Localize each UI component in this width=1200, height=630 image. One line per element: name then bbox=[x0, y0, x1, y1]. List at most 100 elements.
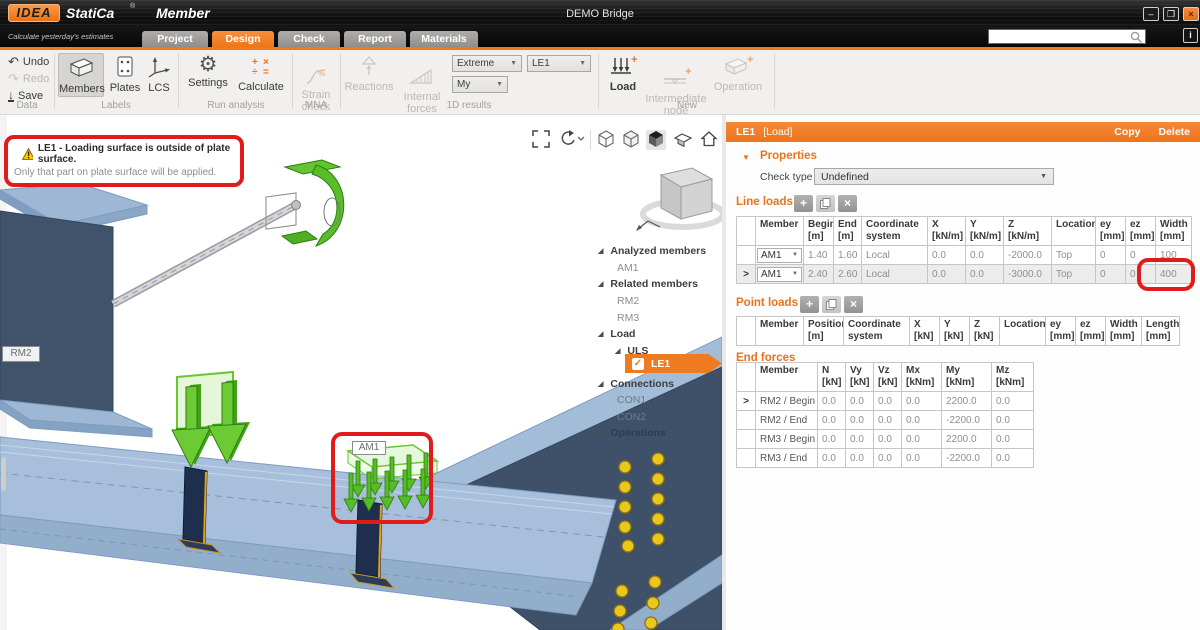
expander-icon[interactable]: ◢ bbox=[598, 330, 603, 338]
point-loads-title: Point loads bbox=[736, 297, 798, 309]
expander-icon[interactable]: ◢ bbox=[598, 280, 603, 288]
expander-icon[interactable]: ◢ bbox=[615, 347, 620, 355]
panel-header: LE1 [Load] Copy Delete bbox=[726, 122, 1200, 142]
point-loads-copy-button[interactable] bbox=[822, 296, 841, 313]
copy-button[interactable]: Copy bbox=[1114, 126, 1140, 138]
line-loads-add-button[interactable]: + bbox=[794, 195, 813, 212]
internal-forces-button[interactable]: Internal forces bbox=[396, 53, 448, 99]
table-row[interactable]: RM3 / End 0.0 0.0 0.0 0.0 -2200.0 0.0 bbox=[737, 449, 1034, 468]
my-dropdown[interactable]: My▼ bbox=[452, 76, 508, 93]
tree-operations[interactable]: ◢Operations bbox=[598, 425, 666, 440]
calculate-icon: + × ÷ = bbox=[250, 55, 272, 77]
svg-text:+: + bbox=[685, 67, 691, 78]
plates-icon bbox=[116, 56, 134, 78]
tree-le1-selected[interactable]: ✓ LE1 bbox=[625, 354, 722, 373]
ribbon-separator bbox=[340, 53, 341, 109]
undo-button[interactable]: ↶ Undo bbox=[8, 54, 49, 69]
intermediate-node-button[interactable]: + Intermediate node bbox=[644, 53, 708, 99]
search-icon bbox=[1129, 30, 1143, 44]
new-operation-button[interactable]: + Operation bbox=[710, 53, 766, 99]
settings-button[interactable]: ⚙ Settings bbox=[184, 53, 232, 97]
undo-icon: ↶ bbox=[8, 54, 19, 70]
tree-rm2[interactable]: RM2 bbox=[617, 293, 639, 308]
le1-dropdown[interactable]: LE1▼ bbox=[527, 55, 591, 72]
calculate-button[interactable]: + × ÷ = Calculate bbox=[234, 53, 288, 97]
tree-related-members[interactable]: ◢Related members bbox=[598, 276, 698, 291]
tree-rm3[interactable]: RM3 bbox=[617, 310, 639, 325]
zoom-extents-icon[interactable] bbox=[531, 130, 551, 150]
solid-view-icon[interactable] bbox=[646, 130, 666, 150]
property-panel: LE1 [Load] Copy Delete ▼ Properties Chec… bbox=[722, 115, 1200, 630]
line-loads-copy-button[interactable] bbox=[816, 195, 835, 212]
reactions-button[interactable]: Reactions bbox=[344, 53, 394, 99]
idea-logo: IDEA bbox=[8, 4, 60, 22]
home-view-icon[interactable] bbox=[699, 130, 719, 150]
ribbon-separator bbox=[598, 53, 599, 109]
expander-icon[interactable]: ◢ bbox=[598, 380, 603, 388]
panel-subtitle: [Load] bbox=[763, 126, 792, 138]
member-select[interactable]: AM1▼ bbox=[757, 248, 802, 263]
statica-logo-text: StatiCa bbox=[66, 5, 114, 21]
tab-materials[interactable]: Materials bbox=[410, 31, 478, 47]
search-input[interactable] bbox=[989, 31, 1129, 43]
checkbox-checked-icon[interactable]: ✓ bbox=[632, 358, 644, 370]
app-name: Member bbox=[156, 5, 210, 21]
delete-button[interactable]: Delete bbox=[1158, 126, 1190, 138]
expander-icon[interactable]: ◢ bbox=[598, 429, 603, 437]
internal-forces-icon bbox=[409, 67, 435, 87]
tree-con1[interactable]: CON1 bbox=[617, 392, 646, 407]
table-row-selected[interactable]: > AM1▼ 2.40 2.60 Local 0.0 0.0 -3000.0 T… bbox=[737, 265, 1192, 284]
extreme-dropdown[interactable]: Extreme▼ bbox=[452, 55, 522, 72]
rotate-view-icon[interactable] bbox=[556, 130, 586, 150]
point-loads-add-button[interactable]: + bbox=[800, 296, 819, 313]
table-row[interactable]: > RM2 / Begin 0.0 0.0 0.0 0.0 2200.0 0.0 bbox=[737, 392, 1034, 411]
tab-report[interactable]: Report bbox=[344, 31, 406, 47]
toolbar-separator bbox=[590, 130, 591, 150]
tab-design[interactable]: Design bbox=[212, 31, 274, 47]
tree-am1[interactable]: AM1 bbox=[617, 260, 639, 275]
ribbon-separator bbox=[178, 53, 179, 109]
point-loads-delete-button[interactable]: × bbox=[844, 296, 863, 313]
line-loads-table: Member Begin [m] End [m] Coordinate syst… bbox=[736, 216, 1192, 284]
tree-connections[interactable]: ◢Connections bbox=[598, 376, 674, 391]
redo-button[interactable]: ↷ Redo bbox=[8, 71, 49, 86]
info-button[interactable]: i bbox=[1183, 28, 1198, 43]
group-label-results: 1D results bbox=[344, 100, 594, 111]
table-row[interactable]: RM3 / Begin 0.0 0.0 0.0 0.0 2200.0 0.0 bbox=[737, 430, 1034, 449]
plates-button[interactable]: Plates bbox=[106, 53, 144, 97]
close-button[interactable]: × bbox=[1183, 7, 1199, 21]
maximize-button[interactable]: ❐ bbox=[1163, 7, 1179, 21]
table-row[interactable]: AM1▼ 1.40 1.60 Local 0.0 0.0 -2000.0 Top… bbox=[737, 246, 1192, 265]
tree-analyzed-members[interactable]: ◢Analyzed members bbox=[598, 243, 706, 258]
group-label-new: New bbox=[604, 100, 770, 111]
strain-check-button[interactable]: % Strain check bbox=[296, 53, 336, 99]
hidden-line-view-icon[interactable] bbox=[621, 130, 641, 150]
member-select[interactable]: AM1▼ bbox=[757, 267, 802, 282]
group-label-labels: Labels bbox=[58, 100, 174, 111]
collapse-triangle-icon[interactable]: ▼ bbox=[742, 153, 750, 162]
tree-load[interactable]: ◢Load bbox=[598, 326, 635, 341]
minimize-button[interactable]: – bbox=[1143, 7, 1159, 21]
svg-text:÷: ÷ bbox=[252, 67, 258, 77]
group-label-mna: MNA bbox=[296, 100, 336, 111]
check-type-dropdown[interactable]: Undefined ▼ bbox=[814, 168, 1054, 185]
table-row[interactable]: RM2 / End 0.0 0.0 0.0 0.0 -2200.0 0.0 bbox=[737, 411, 1034, 430]
load-icon: + bbox=[609, 55, 637, 77]
section-view-icon[interactable] bbox=[673, 130, 693, 150]
new-load-button[interactable]: + Load bbox=[604, 53, 642, 99]
warning-icon bbox=[22, 148, 33, 160]
tree-con2[interactable]: CON2 bbox=[617, 409, 646, 424]
members-button[interactable]: Members bbox=[58, 53, 104, 97]
line-loads-title: Line loads bbox=[736, 196, 793, 208]
chevron-down-icon: ▼ bbox=[496, 81, 503, 88]
point-loads-table: Member Position [m] Coordinate system X … bbox=[736, 316, 1180, 346]
wireframe-view-icon[interactable] bbox=[596, 130, 616, 150]
warning-title: LE1 - Loading surface is outside of plat… bbox=[38, 143, 234, 165]
viewport-3d[interactable]: LE1 - Loading surface is outside of plat… bbox=[0, 115, 722, 630]
scrollbar-thumb[interactable] bbox=[1, 457, 6, 491]
expander-icon[interactable]: ◢ bbox=[598, 247, 603, 255]
lcs-button[interactable]: LCS bbox=[144, 53, 174, 97]
tab-project[interactable]: Project bbox=[142, 31, 208, 47]
line-loads-delete-button[interactable]: × bbox=[838, 195, 857, 212]
tab-check[interactable]: Check bbox=[278, 31, 340, 47]
